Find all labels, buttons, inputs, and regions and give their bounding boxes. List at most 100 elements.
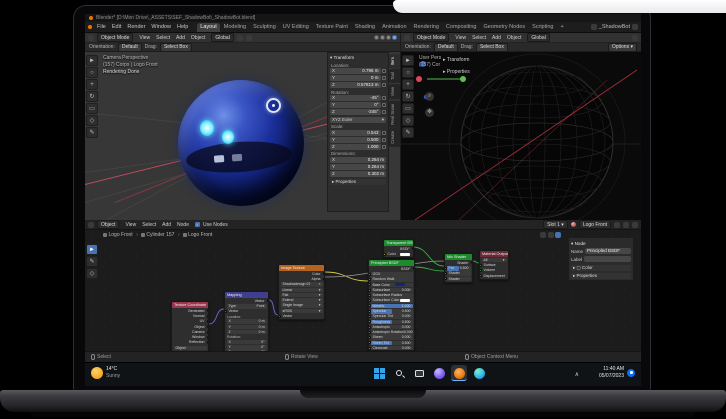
overlays-icon[interactable] <box>548 232 554 238</box>
mapping-value-row[interactable]: X0° <box>227 340 267 345</box>
tool-annotate-button[interactable]: ✎ <box>86 256 98 267</box>
principled-property-row[interactable]: Subsurface Radius <box>371 293 413 298</box>
workspace-tab[interactable]: Rendering <box>411 23 442 32</box>
input-socket[interactable] <box>368 336 371 339</box>
location-value-field[interactable]: Z0.57813 m <box>330 82 381 88</box>
node-texture-coordinate[interactable]: Texture Coordinate Generated Normal UV O… <box>171 301 209 351</box>
input-socket[interactable] <box>444 277 447 280</box>
snapping-icon[interactable] <box>540 232 546 238</box>
image-name-field[interactable]: Shadowdesign 02× <box>281 282 323 287</box>
image-texture-dropdown[interactable]: Single Image▾ <box>281 303 323 308</box>
node-principled-bsdf[interactable]: Principled BSDF BSDF GGX <box>368 259 415 351</box>
shader-type-dropdown[interactable]: Object <box>97 220 119 229</box>
taskbar-overflow-caret[interactable]: ∧ <box>575 371 579 378</box>
output-socket[interactable] <box>323 272 326 275</box>
copilot-app-icon[interactable] <box>431 365 447 381</box>
viewport-rendered[interactable]: Object Mode ViewSelectAddObject Global O… <box>85 33 400 220</box>
node-material-output[interactable]: Material Output All▾ Surface Volume Disp… <box>479 250 509 280</box>
node-mix-shader[interactable]: Mix Shader Shader Fac0.500 Shader <box>444 253 473 283</box>
menu-item[interactable]: Help <box>174 23 191 31</box>
editor-type-icon[interactable] <box>404 35 410 41</box>
principled-property-row[interactable]: Anisotropic Rotation 0.000 <box>371 330 413 335</box>
node-header[interactable]: Transparent BSDF <box>384 240 413 246</box>
pan-viewport-icon[interactable]: ✥ <box>425 108 434 117</box>
workspace-tab[interactable]: Layout <box>197 23 220 32</box>
sidebar-tab[interactable]: View <box>389 84 400 99</box>
node-properties-panel[interactable]: ▸ Properties <box>571 273 631 279</box>
object-field[interactable]: Object <box>174 346 207 351</box>
node-canvas[interactable]: Logo FrontCylinder 157Logo Front ► ✎ ◇ <box>85 230 641 351</box>
image-texture-dropdown[interactable]: Extend▾ <box>281 298 323 303</box>
tool-button[interactable]: ✎ <box>86 127 98 138</box>
output-target-dropdown[interactable]: All▾ <box>482 258 507 263</box>
blender-taskbar-icon[interactable] <box>451 365 467 381</box>
tool-button[interactable]: ○ <box>402 67 414 78</box>
workspace-tab[interactable]: Texture Paint <box>313 23 351 32</box>
output-socket[interactable] <box>207 309 210 312</box>
scene-selector[interactable]: _ShadowBot <box>591 24 638 30</box>
input-socket[interactable] <box>368 283 371 286</box>
input-socket[interactable] <box>278 315 281 318</box>
lock-icon[interactable] <box>382 110 386 114</box>
drag-dropdown[interactable]: Select Box <box>160 43 192 52</box>
scale-value-field[interactable]: Y0.500 <box>330 137 381 143</box>
output-socket[interactable] <box>207 315 210 318</box>
viewport-left-canvas[interactable]: ►○+↻▭◇✎ Camera Perspective(157) Corps | … <box>85 52 400 220</box>
editor-type-icon[interactable] <box>88 222 94 228</box>
pivot-dropdown[interactable]: Global <box>211 33 233 42</box>
principled-property-row[interactable]: Metallic 1.000 <box>371 304 413 309</box>
material-name-field[interactable]: Logo Front <box>579 220 611 229</box>
collapsed-panel-header[interactable]: ▸ Transform <box>443 54 470 66</box>
mapping-value-row[interactable]: Y0° <box>227 345 267 350</box>
scale-value-field[interactable]: X0.543 <box>330 130 381 136</box>
principled-property-row[interactable]: Roughness 0.500 <box>371 320 413 325</box>
menu-item[interactable]: Edit <box>109 23 124 31</box>
image-texture-dropdown[interactable]: Linear▾ <box>281 288 323 293</box>
viewport-menu-item[interactable]: Add <box>489 34 504 42</box>
tool-button[interactable]: + <box>86 79 98 90</box>
tool-button[interactable]: ◇ <box>402 115 414 126</box>
output-socket[interactable] <box>323 278 326 281</box>
lock-icon[interactable] <box>382 131 386 135</box>
start-button[interactable] <box>371 365 387 381</box>
shading-solid-icon[interactable] <box>380 35 385 40</box>
workspace-tab[interactable]: Shading <box>352 23 378 32</box>
node-transparent-bsdf[interactable]: Transparent BSDF BSDF Color <box>383 239 414 258</box>
input-socket[interactable] <box>383 253 386 256</box>
workspace-tab[interactable]: Sculpting <box>250 23 279 32</box>
fake-user-icon[interactable] <box>614 222 620 228</box>
menu-item[interactable]: File <box>94 23 109 31</box>
principled-property-row[interactable]: Subsurface Color <box>371 298 413 303</box>
viewport-menu-item[interactable]: Select <box>469 34 489 42</box>
viewport-menu-item[interactable]: Select <box>153 34 173 42</box>
shading-rendered-icon[interactable] <box>392 35 397 40</box>
input-socket[interactable] <box>479 264 482 267</box>
principled-property-row[interactable]: Subsurface 0.000 <box>371 288 413 293</box>
node-menu-item[interactable]: Add <box>159 221 174 229</box>
viewport-menu-item[interactable]: View <box>136 34 153 42</box>
mix-shader-input-row[interactable]: Shader <box>447 277 471 282</box>
location-value-field[interactable]: X0.796 m <box>330 68 381 74</box>
taskbar-clock[interactable]: 11:40 AM05/07/2023 <box>599 366 635 379</box>
breadcrumb-item[interactable]: Cylinder 157 <box>141 232 180 238</box>
mode-dropdown[interactable]: Object Mode <box>413 33 449 42</box>
menu-item[interactable]: Window <box>148 23 174 31</box>
workspace-tab[interactable]: Scripting <box>529 23 556 32</box>
editor-type-icon[interactable] <box>88 35 94 41</box>
active-tool-icon[interactable] <box>555 232 561 238</box>
node-header[interactable]: Texture Coordinate <box>172 302 208 308</box>
mapping-value-row[interactable]: Y0 m <box>227 325 267 330</box>
breadcrumb-item[interactable]: Logo Front <box>183 232 213 238</box>
output-socket[interactable] <box>207 320 210 323</box>
input-socket[interactable] <box>368 347 371 350</box>
viewport-right-canvas[interactable]: ►○+↻▭◇✎ User Pers(157) Cor ▸ Transform▸ … <box>401 52 641 220</box>
output-socket[interactable] <box>412 247 415 250</box>
tool-button[interactable]: ↻ <box>402 91 414 102</box>
tool-button[interactable]: + <box>402 79 414 90</box>
node-label-field[interactable] <box>584 256 631 262</box>
input-socket[interactable] <box>368 273 371 276</box>
snap-magnet-icon[interactable] <box>237 35 243 41</box>
output-socket[interactable] <box>207 325 210 328</box>
node-panel-title[interactable]: ▾ Node <box>571 241 631 247</box>
lock-icon[interactable] <box>382 96 386 100</box>
